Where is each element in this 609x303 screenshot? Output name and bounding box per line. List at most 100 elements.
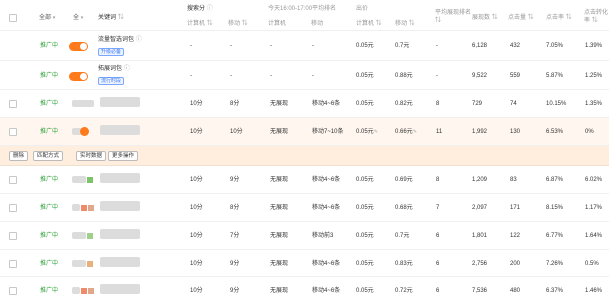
row-checkbox[interactable] — [9, 260, 17, 268]
column-bid-pc[interactable]: 计算机 ⇅ — [187, 20, 213, 28]
status-label: 推广中 — [40, 261, 59, 267]
sort-icon[interactable]: ⇅ — [118, 15, 124, 21]
price-mobile-value[interactable]: 0.66元✎ — [395, 128, 417, 136]
status-filter-select[interactable]: 全部 ▾ — [39, 13, 55, 23]
clicks-value: 130 — [510, 129, 521, 135]
row-checkbox[interactable] — [9, 176, 17, 184]
column-impressions[interactable]: 展现数 ⇅ — [472, 14, 498, 22]
status-toggle[interactable] — [69, 42, 88, 51]
row-checkbox[interactable] — [9, 204, 17, 212]
avg-rank-value: 6 — [436, 288, 440, 294]
type-filter-select[interactable]: 全 ▾ — [73, 13, 83, 23]
ctr-value: 5.87% — [546, 73, 564, 79]
price-mobile-value[interactable]: 0.72元 — [395, 287, 413, 295]
price-pc-value[interactable]: 0.05元 — [356, 204, 374, 212]
price-pc-value[interactable]: 0.05元 — [356, 42, 374, 50]
help-icon[interactable]: ⓘ — [136, 37, 142, 43]
column-bid-mobile[interactable]: 移动 ⇅ — [228, 20, 248, 28]
rank-pc-value: 无展现 — [270, 101, 289, 107]
more-actions-button[interactable]: 更多操作 — [108, 151, 139, 161]
price-pc-value[interactable]: 0.05元 — [356, 260, 374, 268]
help-icon[interactable]: ⓘ — [207, 6, 213, 12]
column-price-pc[interactable]: 计算机 ⇅ — [356, 20, 382, 28]
edit-icon[interactable]: ✎ — [413, 129, 417, 135]
realtime-data-button[interactable]: 实时数据 — [76, 151, 107, 161]
column-avg-rank[interactable]: 平均展现排名 ⇅ — [435, 9, 471, 25]
price-pc-value[interactable]: 0.05元 — [356, 232, 374, 240]
price-pc-value[interactable]: 0.05元 — [356, 176, 374, 184]
bid-mobile-value: 9分 — [230, 261, 240, 267]
status-label: 推广中 — [40, 73, 59, 79]
avg-rank-value: 8 — [436, 101, 440, 107]
price-mobile-value[interactable]: 0.7元 — [395, 42, 409, 50]
impressions-value: 7,536 — [472, 288, 488, 294]
price-pc-value[interactable]: 0.05元✎ — [356, 128, 378, 136]
column-ctr[interactable]: 点击率 ⇅ — [546, 14, 572, 22]
row-checkbox[interactable] — [9, 232, 17, 240]
package-tag: 流行时段 — [98, 77, 125, 85]
delete-button[interactable]: 删除 — [9, 151, 29, 161]
price-mobile-value[interactable]: 0.68元 — [395, 204, 413, 212]
column-ctr-label: 点击率 — [546, 15, 565, 21]
chevron-down-icon: ▾ — [80, 15, 84, 21]
avg-rank-value: - — [436, 73, 438, 79]
bid-pc-value: 10分 — [190, 288, 203, 294]
row-checkbox[interactable] — [9, 287, 17, 295]
ctr-value: 7.05% — [546, 43, 564, 49]
conversion-value: 1.39% — [585, 43, 603, 49]
bid-pc-value: 10分 — [190, 261, 203, 267]
impressions-value: 1,992 — [472, 129, 488, 135]
conversion-value: 1.17% — [585, 205, 603, 211]
ctr-value: 6.53% — [546, 129, 564, 135]
rank-mobile-value: 移动前3 — [312, 233, 334, 239]
blurred-keyword — [100, 284, 140, 294]
column-avg-rank-label: 平均展现排名 — [435, 10, 472, 16]
column-conversion[interactable]: 点击转化率 ⇅ — [584, 9, 609, 25]
price-pc-value[interactable]: 0.05元 — [356, 100, 374, 108]
column-impressions-label: 展现数 — [472, 15, 491, 21]
column-bid-group: 搜索分 ⓘ — [187, 5, 213, 13]
row-checkbox[interactable] — [9, 128, 17, 136]
price-pc-value[interactable]: 0.05元 — [356, 72, 374, 80]
table-row: 推广中 10分 9分 无展现 移动4~6条 0.05元 0.72元 6 7,53… — [0, 277, 609, 303]
conversion-value: 1.64% — [585, 233, 603, 239]
column-price-mobile[interactable]: 移动 ⇅ — [395, 20, 415, 28]
column-conversion-label: 点击转化率 — [584, 10, 609, 24]
match-type-button[interactable]: 匹配方式 — [33, 151, 64, 161]
price-pc-value[interactable]: 0.05元 — [356, 287, 374, 295]
avg-rank-value: 6 — [436, 261, 440, 267]
conversion-value: 1.46% — [585, 288, 603, 294]
column-rank-mobile: 移动 — [311, 21, 324, 27]
status-label: 推广中 — [40, 205, 59, 211]
status-label: 推广中 — [40, 101, 59, 107]
price-mobile-value[interactable]: 0.7元 — [395, 232, 409, 240]
price-mobile-value[interactable]: 0.83元 — [395, 260, 413, 268]
help-icon[interactable]: ⓘ — [124, 66, 130, 72]
column-keyword[interactable]: 关键词 ⇅ — [98, 14, 124, 22]
chevron-down-icon: ▾ — [52, 15, 56, 21]
column-time-range: 今天16:00-17:00平均排名 — [268, 6, 337, 12]
table-row: 推广中 拓展词包 ⓘ 流行时段 - - - - 0.05元 0.88元 - 9,… — [0, 61, 609, 90]
price-mobile-value[interactable]: 0.69元 — [395, 176, 413, 184]
edit-icon[interactable]: ✎ — [374, 129, 378, 135]
bid-pc-value: 10分 — [190, 101, 203, 107]
blurred-icons — [72, 176, 86, 183]
rank-pc-value: 无展现 — [270, 177, 289, 183]
bid-pc-value: 10分 — [190, 233, 203, 239]
column-clicks[interactable]: 点击量 ⇅ — [508, 14, 534, 22]
package-tag: 升级必备 — [98, 48, 125, 56]
blurred-icons — [72, 260, 86, 267]
status-toggle[interactable] — [69, 72, 88, 81]
column-bid-label: 搜索分 — [187, 6, 206, 12]
row-checkbox[interactable] — [9, 100, 17, 108]
select-all-checkbox[interactable] — [9, 14, 17, 22]
price-mobile-value[interactable]: 0.88元 — [395, 72, 413, 80]
status-label: 推广中 — [40, 129, 59, 135]
blurred-icons — [72, 100, 94, 107]
clicks-value: 171 — [510, 205, 521, 211]
rank-pc-value: - — [270, 43, 272, 49]
price-mobile-value[interactable]: 0.82元 — [395, 100, 413, 108]
rank-pc-value: - — [270, 73, 272, 79]
blurred-icons — [72, 204, 80, 211]
clicks-value: 83 — [510, 177, 517, 183]
